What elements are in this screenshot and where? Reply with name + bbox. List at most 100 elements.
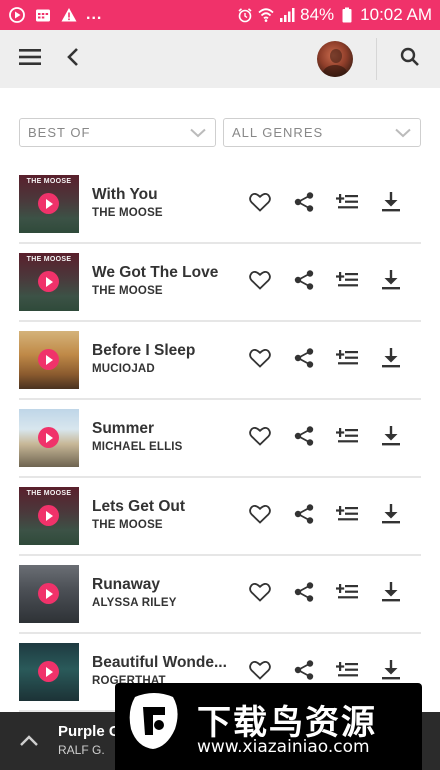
like-button[interactable] (248, 426, 272, 450)
share-icon (293, 269, 315, 296)
battery-icon (339, 7, 355, 23)
search-button[interactable] (392, 41, 428, 77)
add-to-queue-button[interactable] (335, 270, 359, 294)
heart-icon (249, 348, 271, 373)
share-button[interactable] (292, 191, 316, 216)
best-of-label: BEST OF (28, 125, 91, 140)
track-title[interactable]: Lets Get Out (92, 498, 227, 516)
play-icon[interactable] (38, 271, 59, 292)
play-store-icon (8, 6, 26, 24)
heart-icon (249, 426, 271, 451)
play-icon[interactable] (38, 427, 59, 448)
play-icon[interactable] (38, 505, 59, 526)
download-button[interactable] (379, 581, 403, 608)
album-art[interactable] (19, 643, 79, 701)
download-button[interactable] (379, 425, 403, 452)
track-artist[interactable]: THE MOOSE (92, 519, 163, 531)
add-to-queue-button[interactable] (335, 504, 359, 528)
track-artist[interactable]: THE MOOSE (92, 285, 163, 297)
chevron-up-icon[interactable] (18, 730, 40, 752)
track-title[interactable]: Beautiful Wonde... (92, 654, 227, 672)
track-artist[interactable]: ALYSSA RILEY (92, 597, 177, 609)
add-to-queue-button[interactable] (335, 192, 359, 216)
add-to-queue-icon (336, 660, 358, 685)
album-art[interactable]: THE MOOSE (19, 253, 79, 311)
track-title[interactable]: Before I Sleep (92, 342, 227, 360)
now-playing-artist: RALF G. (58, 743, 105, 757)
share-icon (293, 503, 315, 530)
like-button[interactable] (248, 660, 272, 684)
share-icon (293, 347, 315, 374)
download-button[interactable] (379, 191, 403, 218)
track-title[interactable]: We Got The Love (92, 264, 227, 282)
clock: 10:02 AM (360, 5, 432, 24)
download-icon (380, 191, 402, 218)
user-avatar[interactable] (317, 41, 353, 77)
download-icon (380, 347, 402, 374)
download-icon (380, 659, 402, 686)
more-notifications: ... (86, 6, 103, 23)
track-artist[interactable]: THE MOOSE (92, 207, 163, 219)
track-row[interactable]: Before I Sleep MUCIOJAD (0, 322, 440, 400)
track-artist[interactable]: MUCIOJAD (92, 363, 155, 375)
bird-logo-icon (123, 691, 185, 753)
add-to-queue-icon (336, 348, 358, 373)
download-button[interactable] (379, 347, 403, 374)
track-row[interactable]: THE MOOSE We Got The Love THE MOOSE (0, 244, 440, 322)
app-bar (0, 30, 440, 88)
add-to-queue-button[interactable] (335, 660, 359, 684)
like-button[interactable] (248, 270, 272, 294)
share-button[interactable] (292, 581, 316, 608)
download-icon (380, 581, 402, 608)
download-button[interactable] (379, 503, 403, 528)
play-icon[interactable] (38, 661, 59, 682)
share-icon (293, 425, 315, 452)
best-of-dropdown[interactable]: BEST OF (19, 118, 216, 147)
share-button[interactable] (292, 659, 316, 684)
download-button[interactable] (379, 269, 403, 296)
download-icon (380, 425, 402, 452)
like-button[interactable] (248, 192, 272, 216)
download-icon (380, 269, 402, 296)
album-art[interactable] (19, 565, 79, 623)
calendar-icon (34, 6, 52, 24)
heart-icon (249, 504, 271, 529)
share-icon (293, 581, 315, 608)
album-art[interactable] (19, 409, 79, 467)
play-icon[interactable] (38, 349, 59, 370)
like-button[interactable] (248, 348, 272, 372)
track-title[interactable]: Summer (92, 420, 227, 438)
share-button[interactable] (292, 347, 316, 374)
track-row[interactable]: Runaway ALYSSA RILEY (0, 556, 440, 634)
track-row[interactable]: THE MOOSE Lets Get Out THE MOOSE (0, 478, 440, 556)
add-to-queue-button[interactable] (335, 426, 359, 450)
track-title[interactable]: With You (92, 186, 227, 204)
genre-dropdown[interactable]: ALL GENRES (223, 118, 421, 147)
album-art[interactable] (19, 331, 79, 389)
menu-button[interactable] (12, 41, 48, 77)
share-button[interactable] (292, 269, 316, 296)
like-button[interactable] (248, 504, 272, 528)
add-to-queue-icon (336, 270, 358, 295)
battery-level: 84% (300, 5, 335, 24)
play-icon[interactable] (38, 193, 59, 214)
now-playing-title: Purple C (58, 723, 120, 740)
track-artist[interactable]: MICHAEL ELLIS (92, 441, 183, 453)
album-art[interactable]: THE MOOSE (19, 487, 79, 545)
download-button[interactable] (379, 659, 403, 686)
like-button[interactable] (248, 582, 272, 606)
album-art[interactable]: THE MOOSE (19, 175, 79, 233)
back-button[interactable] (55, 41, 91, 77)
track-row[interactable]: THE MOOSE With You THE MOOSE (0, 166, 440, 244)
add-to-queue-icon (336, 426, 358, 451)
track-title[interactable]: Runaway (92, 576, 227, 594)
watermark-overlay: 下载鸟资源 www.xiazainiao.com (115, 683, 422, 770)
track-list: THE MOOSE With You THE MOOSE THE MOOSE We Go… (0, 166, 440, 712)
share-button[interactable] (292, 425, 316, 452)
album-art-caption: THE MOOSE (26, 490, 72, 497)
share-button[interactable] (292, 503, 316, 530)
add-to-queue-button[interactable] (335, 582, 359, 606)
track-row[interactable]: Summer MICHAEL ELLIS (0, 400, 440, 478)
play-icon[interactable] (38, 583, 59, 604)
add-to-queue-button[interactable] (335, 348, 359, 372)
